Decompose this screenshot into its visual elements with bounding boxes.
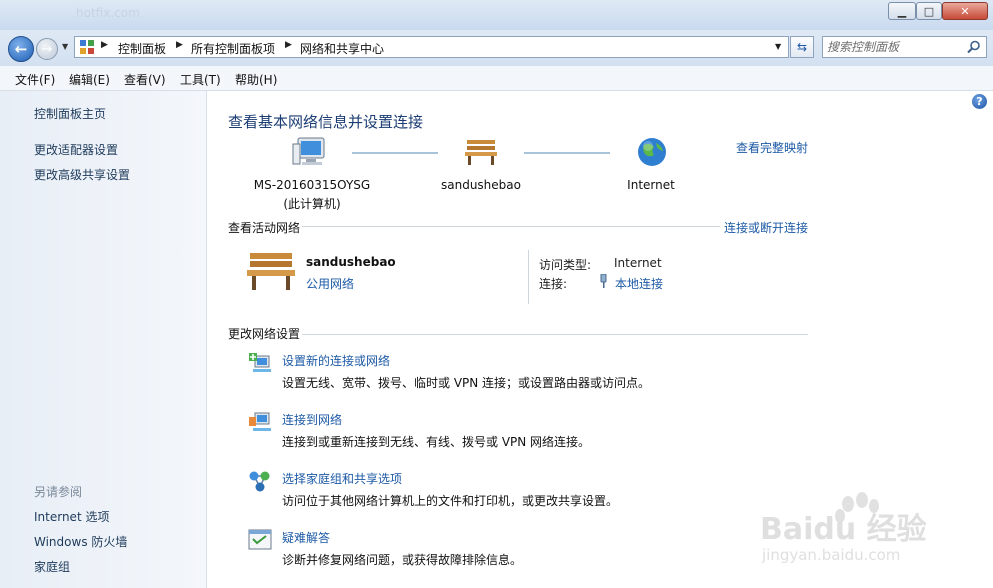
connections-label: 连接: [539,277,568,291]
sidebar-internet-options[interactable]: Internet 选项 [34,508,109,525]
breadcrumb-network-center[interactable]: 网络和共享中心 [300,40,384,57]
task-setup-connection[interactable]: 设置新的连接或网络 [282,352,390,369]
menu-edit[interactable]: 编辑(E) [69,71,110,88]
internet-label: Internet [627,178,675,192]
section-divider [302,226,720,227]
control-panel-icon [80,40,94,54]
search-icon[interactable] [967,40,981,54]
local-connection-link[interactable]: 本地连接 [615,275,663,292]
watermark-url: jingyan.baidu.com [762,546,901,564]
sidebar-change-adapter-settings[interactable]: 更改适配器设置 [34,141,118,158]
task-setup-connection-desc: 设置无线、宽带、拨号、临时或 VPN 连接；或设置路由器或访问点。 [282,376,651,390]
refresh-button[interactable]: ⇆ [790,36,814,58]
menu-help[interactable]: 帮助(H) [235,71,277,88]
active-networks-heading: 查看活动网络 [228,221,301,235]
new-connection-icon [249,353,271,372]
breadcrumb-control-panel[interactable]: 控制面板 [118,40,166,57]
window-title: hotfix.com [76,6,140,20]
address-dropdown-icon[interactable]: ▼ [775,42,781,51]
troubleshoot-icon [248,529,272,550]
see-also-heading: 另请参阅 [34,485,83,499]
sidebar-control-panel-home[interactable]: 控制面板主页 [34,105,106,122]
change-settings-heading: 更改网络设置 [228,327,301,341]
access-type-label: 访问类型: [539,258,592,272]
breadcrumb-all-items[interactable]: 所有控制面板项 [191,40,275,57]
section-divider [302,334,808,335]
network-name-label: sandushebao [441,178,521,192]
sidebar-windows-firewall[interactable]: Windows 防火墙 [34,533,127,550]
title-bar [0,0,993,30]
task-troubleshoot[interactable]: 疑难解答 [282,529,330,546]
connect-disconnect-link[interactable]: 连接或断开连接 [724,219,808,236]
search-box[interactable] [822,36,987,58]
task-troubleshoot-desc: 诊断并修复网络问题，或获得故障排除信息。 [282,553,523,567]
network-type-link[interactable]: 公用网络 [306,275,354,292]
page-title: 查看基本网络信息并设置连接 [228,113,424,131]
bench-network-icon [247,253,295,290]
computer-icon [292,137,325,165]
menu-file[interactable]: 文件(F) [15,71,55,88]
task-homegroup-sharing-desc: 访问位于其他网络计算机上的文件和打印机，或更改共享设置。 [282,494,619,508]
internet-globe-icon [638,138,666,166]
see-full-map-link[interactable]: 查看完整映射 [736,139,808,156]
minimize-button[interactable]: ▁ [888,2,916,20]
close-button[interactable]: ✕ [942,2,988,20]
access-type-value: Internet [614,256,662,270]
ethernet-icon [600,274,607,288]
maximize-button[interactable]: □ [916,2,942,20]
forward-button[interactable]: → [36,38,58,60]
search-input[interactable] [827,39,962,55]
connection-line [352,152,438,154]
watermark-brand: Baidu 经验 [760,512,927,547]
menu-tools[interactable]: 工具(T) [180,71,221,88]
task-homegroup-sharing[interactable]: 选择家庭组和共享选项 [282,470,402,487]
bench-network-icon [465,140,497,165]
breadcrumb-separator-icon[interactable]: ▶ [285,40,292,50]
connect-network-icon [249,412,271,431]
baidu-watermark-logo: Baidu 经验 jingyan.baidu.com [760,490,940,570]
connection-line [524,152,610,154]
homegroup-icon [249,471,270,492]
help-icon[interactable]: ? [972,94,987,109]
active-network-name: sandushebao [306,255,396,269]
sidebar-change-advanced-sharing[interactable]: 更改高级共享设置 [34,166,130,183]
vertical-divider [528,250,529,304]
computer-name-label: MS-20160315OYSG [253,178,371,192]
task-connect-network-desc: 连接到或重新连接到无线、有线、拨号或 VPN 网络连接。 [282,435,591,449]
sidebar-homegroup[interactable]: 家庭组 [34,558,70,575]
breadcrumb-separator-icon[interactable]: ▶ [101,40,108,50]
recent-pages-dropdown-icon[interactable]: ▼ [62,42,68,51]
breadcrumb-separator-icon[interactable]: ▶ [176,40,183,50]
this-computer-label: (此计算机) [283,197,341,211]
menu-view[interactable]: 查看(V) [124,71,166,88]
back-button[interactable]: ← [8,36,34,62]
task-connect-network[interactable]: 连接到网络 [282,411,342,428]
